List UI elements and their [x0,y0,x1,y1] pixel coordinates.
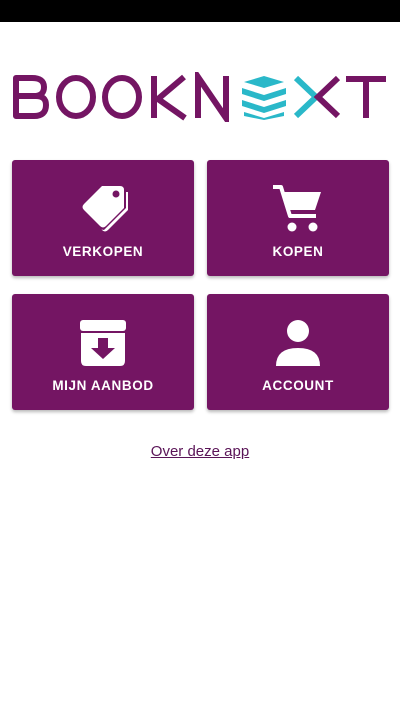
booknext-logo [12,72,388,122]
shopping-cart-icon [271,182,325,236]
my-offer-button[interactable]: MIJN AANBOD [12,294,194,410]
my-offer-label: MIJN AANBOD [52,378,154,393]
user-icon [271,316,325,370]
buy-label: KOPEN [272,244,324,259]
tags-icon [76,182,130,236]
status-bar [0,0,400,22]
account-button[interactable]: ACCOUNT [207,294,389,410]
archive-download-icon [76,316,130,370]
buy-button[interactable]: KOPEN [207,160,389,276]
sell-button[interactable]: VERKOPEN [12,160,194,276]
account-label: ACCOUNT [262,378,334,393]
sell-label: VERKOPEN [62,244,144,259]
about-app-link[interactable]: Over deze app [0,443,400,460]
